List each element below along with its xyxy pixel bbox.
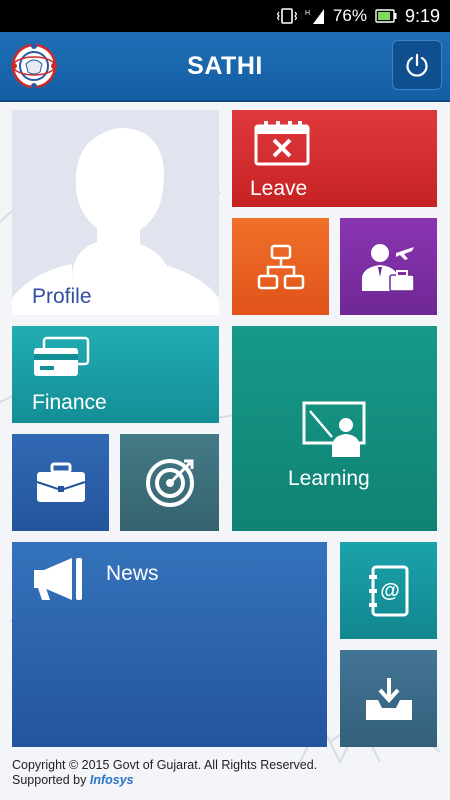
battery-icon: [375, 9, 397, 23]
status-bar: H 76% 9:19: [0, 0, 450, 32]
business-travel-icon: [361, 243, 415, 292]
dashboard: Profile Leave Finance Learning News @: [0, 102, 450, 800]
power-icon: [406, 53, 428, 77]
status-icons: H 76% 9:19: [276, 0, 440, 32]
calendar-cancel-icon: [254, 121, 310, 166]
svg-text:H: H: [305, 10, 310, 17]
travel-tile[interactable]: [340, 218, 437, 315]
copyright-text: Copyright © 2015 Govt of Gujarat. All Ri…: [12, 758, 318, 772]
briefcase-icon: [36, 462, 85, 502]
app-title: SATHI: [187, 51, 263, 80]
leave-tile[interactable]: Leave: [232, 110, 437, 207]
power-button[interactable]: [392, 40, 442, 90]
learning-label: Learning: [288, 467, 370, 490]
infosys-logo: Infosys: [89, 773, 134, 787]
clock: 9:19: [404, 5, 440, 26]
supported-by-label: Supported by: [12, 773, 87, 787]
briefcase-tile[interactable]: [12, 434, 109, 531]
profile-tile[interactable]: Profile: [12, 110, 219, 315]
svg-text:@: @: [380, 580, 400, 602]
org-chart-tile[interactable]: [232, 218, 329, 315]
supported-by: Supported by Infosys: [12, 773, 317, 788]
leave-label: Leave: [250, 177, 308, 200]
signal-icon: H: [305, 7, 325, 25]
megaphone-icon: [34, 558, 82, 600]
downloads-tile[interactable]: [340, 650, 437, 747]
download-tray-icon: [365, 677, 412, 720]
news-tile[interactable]: News: [12, 542, 327, 747]
credit-card-icon: [34, 336, 90, 376]
classroom-icon: [302, 401, 366, 457]
learning-tile[interactable]: Learning: [232, 326, 437, 531]
footer: Copyright © 2015 Govt of Gujarat. All Ri…: [12, 758, 317, 788]
hierarchy-icon: [257, 244, 304, 289]
news-label: News: [106, 562, 159, 585]
vibrate-icon: [276, 7, 297, 25]
profile-label: Profile: [32, 285, 92, 308]
finance-tile[interactable]: Finance: [12, 326, 219, 423]
app-header: SATHI: [0, 32, 450, 102]
finance-label: Finance: [32, 391, 107, 414]
goals-tile[interactable]: [120, 434, 219, 531]
contacts-tile[interactable]: @: [340, 542, 437, 639]
target-icon: [145, 458, 194, 507]
address-book-icon: @: [368, 565, 408, 616]
battery-percent: 76%: [332, 6, 367, 25]
